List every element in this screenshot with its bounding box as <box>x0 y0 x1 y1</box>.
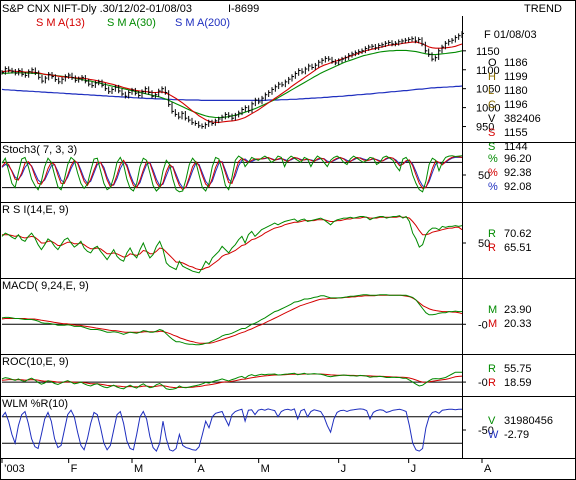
readout-value: 1186 <box>504 57 528 69</box>
y-tick-label: -0 <box>478 319 488 331</box>
x-tick-label: M <box>261 463 270 475</box>
legend-sma30: S M A(30) <box>107 17 156 29</box>
chart-svg: S&P CNX NIFT-Dly .30/12/02-01/08/03 I-86… <box>0 0 576 480</box>
readouts: O 1186 H 1199 L 1180 C 1196 V 382406 S 1155 S 1144 <box>488 57 541 153</box>
readout-label: L <box>488 85 494 97</box>
panel-title: R S I(14,E, 9) <box>2 204 69 216</box>
trend-label: TREND <box>524 3 562 15</box>
x-tick-label: F <box>71 463 78 475</box>
series-williams <box>1 408 462 453</box>
date-readout: F 01/08/03 <box>484 29 537 41</box>
readout-value: 70.62 <box>504 228 532 240</box>
chart-title: S&P CNX NIFT-Dly .30/12/02-01/08/03 <box>2 3 192 15</box>
readout-label: S <box>488 141 495 153</box>
readout-label: R <box>488 363 496 375</box>
readout-label: V <box>488 415 496 427</box>
x-tick-label: A <box>484 463 492 475</box>
legend-sma200: S M A(200) <box>175 17 230 29</box>
readout-value: 1155 <box>504 127 528 139</box>
readout-value: 23.90 <box>504 304 532 316</box>
chart-id: I-8699 <box>228 3 259 15</box>
indicator-panels: 9501000105011001150O 1186H 1199L 1180C 1196V… <box>0 16 576 459</box>
panel-title: ROC(10,E, 9) <box>2 356 69 368</box>
readout-label: % <box>488 153 498 165</box>
series-roc-signal <box>1 373 463 389</box>
panel-title: MACD( 9,24,E, 9) <box>2 280 89 292</box>
x-tick-label: A <box>197 463 205 475</box>
y-tick-label: -0 <box>478 377 488 389</box>
panel-title: WLM %R(10) <box>2 398 68 410</box>
series-sma200 <box>1 85 463 102</box>
readout-value: 31980456 <box>504 415 553 427</box>
readout-value: -2.79 <box>504 429 529 441</box>
readouts: R 55.75 R 18.59 <box>488 363 532 389</box>
readout-label: % <box>488 167 498 179</box>
readout-value: 1180 <box>504 85 528 97</box>
readout-value: 1144 <box>504 141 528 153</box>
price-bars <box>1 31 464 129</box>
readout-label: M <box>488 318 497 330</box>
x-axis: ’003 F M A M J J A <box>0 458 576 475</box>
readout-value: 92.08 <box>504 181 532 193</box>
readout-label: % <box>488 181 498 193</box>
readout-value: 65.51 <box>504 242 532 254</box>
readout-label: R <box>488 242 496 254</box>
readout-label: C <box>488 99 496 111</box>
x-tick-label: M <box>134 463 143 475</box>
legend-sma13: S M A(13) <box>36 17 85 29</box>
x-tick-label: ’003 <box>4 463 25 475</box>
readout-label: S <box>488 127 495 139</box>
readout-value: 96.20 <box>504 153 532 165</box>
readout-value: 18.59 <box>504 377 532 389</box>
x-tick-label: J <box>341 463 347 475</box>
readouts: V 31980456 W -2.79 <box>488 415 553 441</box>
series-stoch-k <box>1 155 463 193</box>
panel-roc: ROC(10,E, 9) -0R 55.75 R 18.59 <box>0 354 576 397</box>
readout-value: 1199 <box>504 71 528 83</box>
readout-value: 92.38 <box>504 167 532 179</box>
panel-macd: MACD( 9,24,E, 9) -0M 23.90 M 20.33 <box>0 278 576 355</box>
series-rsi <box>1 215 463 274</box>
series-macd-signal <box>1 294 463 344</box>
readout-label: W <box>488 429 499 441</box>
readout-value: 20.33 <box>504 318 532 330</box>
readout-value: 1196 <box>504 99 528 111</box>
readout-label: R <box>488 228 496 240</box>
readout-label: O <box>488 57 497 69</box>
series-stoch-d <box>1 155 463 191</box>
panel-rsi: R S I(14,E, 9)50R 70.62R 65.51 <box>0 202 576 279</box>
series-macd <box>1 294 462 346</box>
readout-label: H <box>488 71 496 83</box>
panel-williams: WLM %R(10)-50V 31980456W -2.79 <box>0 396 576 459</box>
readouts: % 96.20% 92.38% 92.08 <box>488 153 532 193</box>
x-tick-label: J <box>411 463 417 475</box>
readout-label: M <box>488 304 497 316</box>
readout-label: V <box>488 113 496 125</box>
panel-title: Stoch3( 7, 3, 3) <box>2 144 77 156</box>
readouts: M 23.90 M 20.33 <box>488 304 532 330</box>
series-sma30 <box>1 49 463 119</box>
readout-value: 55.75 <box>504 363 532 375</box>
series-sma13 <box>1 41 463 123</box>
readout-value: 382406 <box>504 113 541 125</box>
readouts: R 70.62 R 65.51 <box>488 228 532 254</box>
readout-label: R <box>488 377 496 389</box>
